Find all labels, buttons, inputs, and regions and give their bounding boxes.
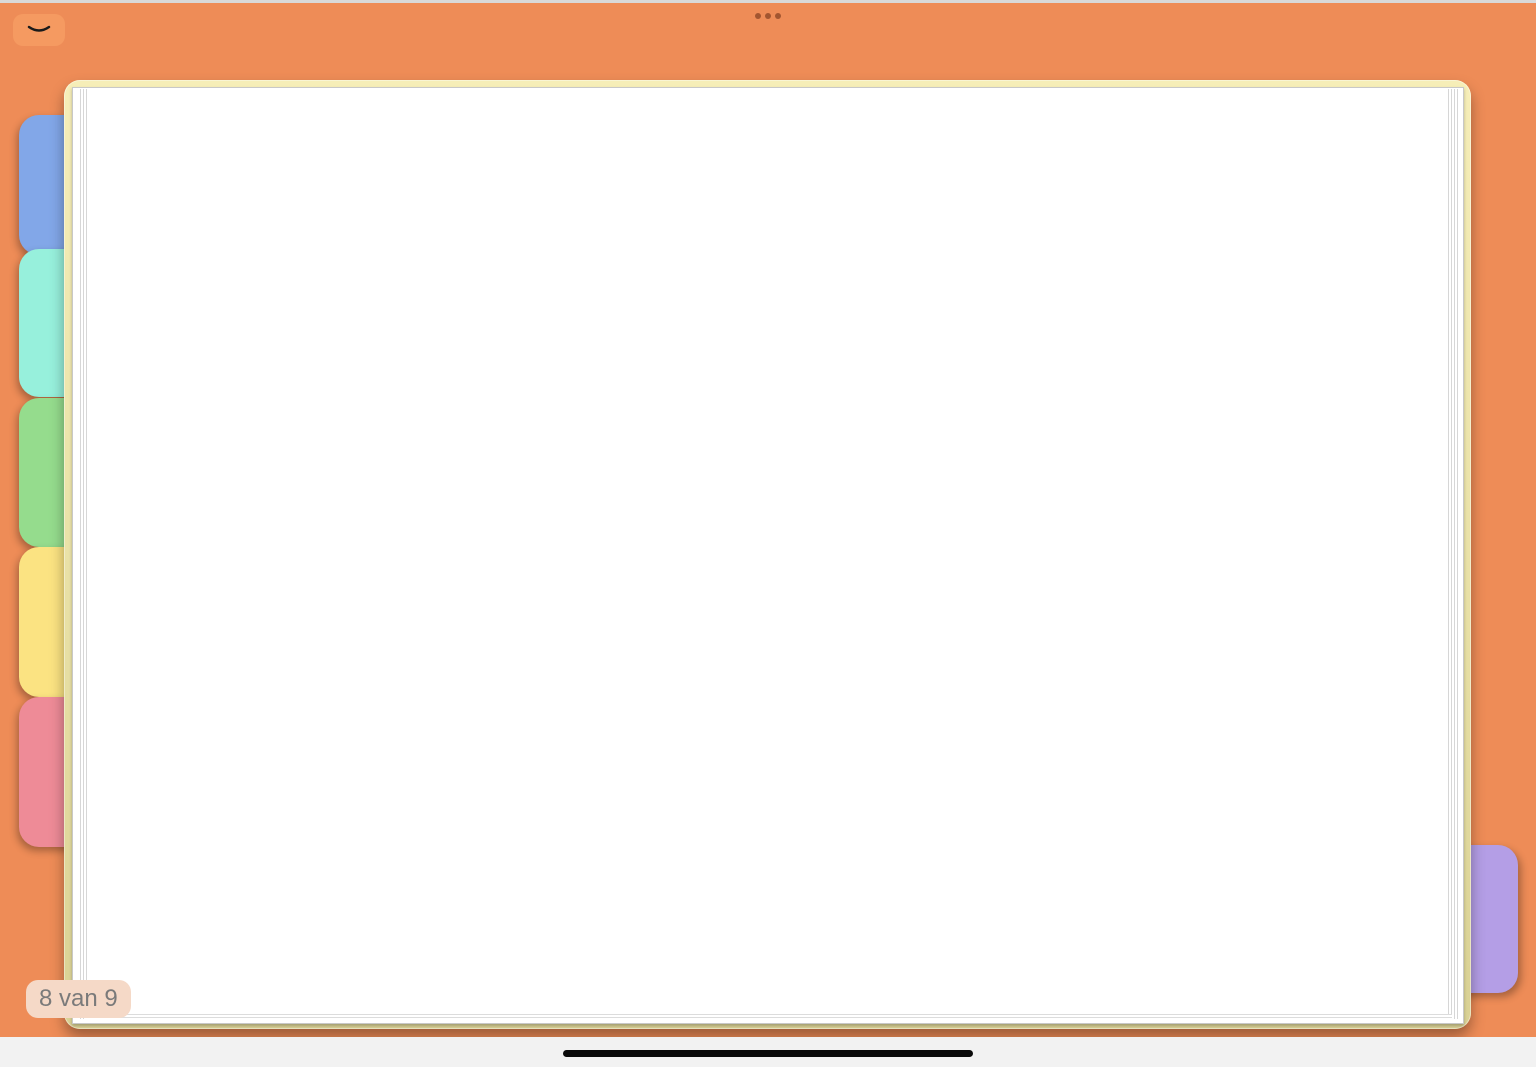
page-edges-right [1448, 89, 1458, 1019]
home-indicator[interactable] [563, 1050, 973, 1057]
ellipsis-icon [765, 13, 771, 19]
ellipsis-icon [755, 13, 761, 19]
screen: 8 van 9 [0, 0, 1536, 1067]
page-edges-bottom [84, 1014, 1452, 1020]
chevron-down-icon [27, 25, 51, 32]
notebook-page[interactable] [91, 89, 1448, 1014]
notebook-background: 8 van 9 [0, 3, 1536, 1037]
page-edges-left [78, 89, 88, 1019]
more-options-button[interactable] [748, 9, 788, 23]
ellipsis-icon [775, 13, 781, 19]
collapse-button[interactable] [13, 14, 65, 46]
page-counter: 8 van 9 [26, 980, 131, 1018]
